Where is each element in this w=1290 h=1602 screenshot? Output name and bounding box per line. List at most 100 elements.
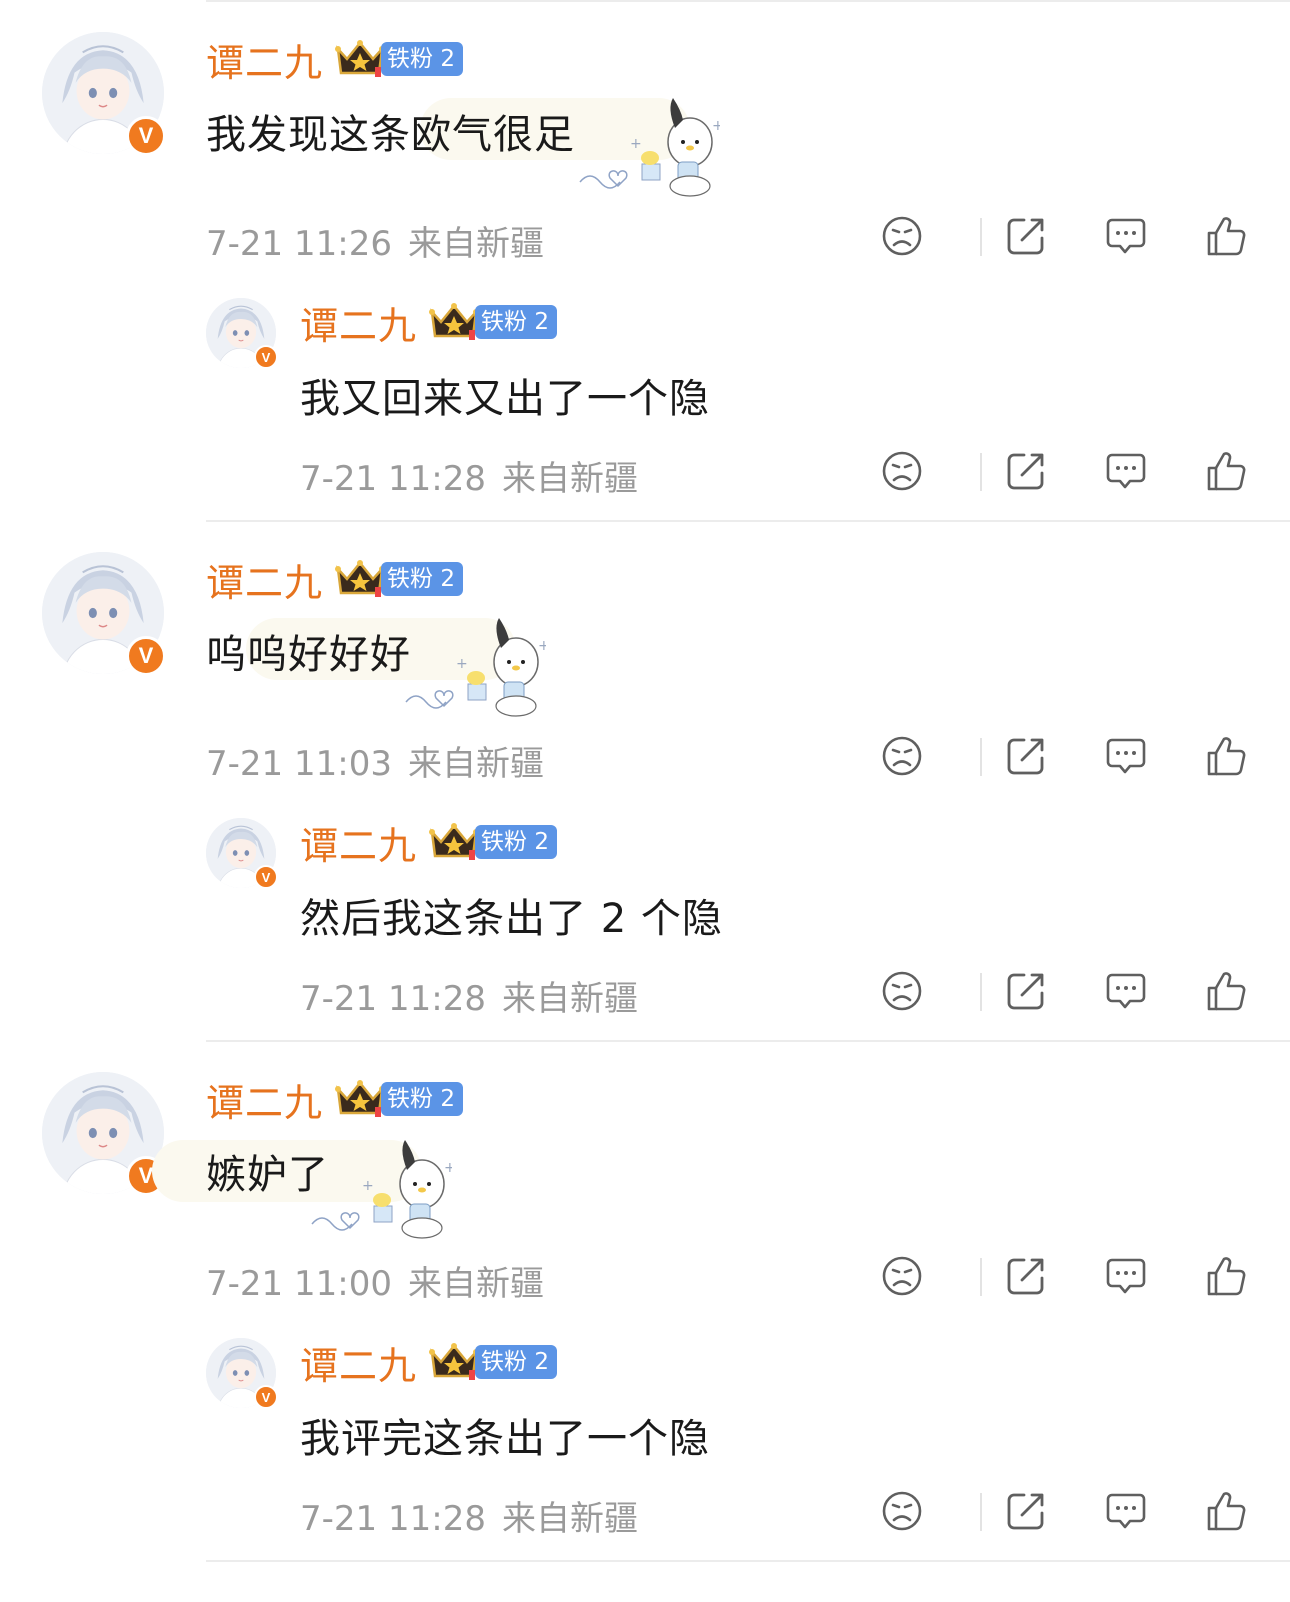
name-row: 谭二九 铁粉 2 (300, 295, 557, 350)
share-button[interactable] (996, 1246, 1056, 1306)
username[interactable]: 谭二九 (300, 815, 417, 870)
action-separator (980, 973, 982, 1011)
sad-face-icon (880, 969, 924, 1013)
comment-icon (1104, 1254, 1148, 1298)
crown-icon (429, 1342, 479, 1382)
fan-badge[interactable]: 铁粉 2 (381, 562, 463, 596)
reply-text[interactable]: 我评完这条出了一个隐 (300, 1406, 710, 1464)
comment-button[interactable] (1096, 961, 1156, 1021)
name-row: 谭二九 铁粉 2 (206, 32, 463, 87)
action-bar (860, 206, 1240, 266)
like-button[interactable] (1196, 206, 1256, 266)
comment-icon (1104, 214, 1148, 258)
action-bar (860, 441, 1240, 501)
fan-badge[interactable]: 铁粉 2 (381, 1082, 463, 1116)
username[interactable]: 谭二九 (206, 32, 323, 87)
comment-text[interactable]: 嫉妒了 (206, 1142, 329, 1200)
dislike-button[interactable] (872, 441, 932, 501)
verified-badge-icon: V (254, 865, 278, 889)
share-button[interactable] (996, 1481, 1056, 1541)
comment-button[interactable] (1096, 1481, 1156, 1541)
dislike-button[interactable] (872, 961, 932, 1021)
username[interactable]: 谭二九 (206, 552, 323, 607)
divider (206, 1560, 1290, 1562)
share-button[interactable] (996, 961, 1056, 1021)
thumbs-up-icon (1204, 214, 1248, 258)
like-button[interactable] (1196, 1481, 1256, 1541)
comment-button[interactable] (1096, 1246, 1156, 1306)
share-icon (1004, 969, 1048, 1013)
dislike-button[interactable] (872, 206, 932, 266)
comment-icon (1104, 969, 1148, 1013)
name-row: 谭二九 铁粉 2 (300, 1335, 557, 1390)
timestamp: 7-21 11:03 (206, 744, 392, 784)
fan-badge[interactable]: 铁粉 2 (475, 825, 557, 859)
name-row: 谭二九 铁粉 2 (300, 815, 557, 870)
divider (206, 520, 1290, 522)
action-bar (860, 726, 1240, 786)
reply-meta: 7-21 11:28 来自新疆 (300, 971, 638, 1020)
like-button[interactable] (1196, 1246, 1256, 1306)
divider (206, 0, 1290, 2)
share-button[interactable] (996, 441, 1056, 501)
timestamp: 7-21 11:28 (300, 1499, 486, 1539)
timestamp: 7-21 11:28 (300, 979, 486, 1019)
username[interactable]: 谭二九 (206, 1072, 323, 1127)
verified-badge-icon: V (126, 636, 166, 676)
reply-text[interactable]: 我又回来又出了一个隐 (300, 366, 710, 424)
share-icon (1004, 734, 1048, 778)
timestamp: 7-21 11:28 (300, 459, 486, 499)
dislike-button[interactable] (872, 1481, 932, 1541)
reply-text[interactable]: 然后我这条出了 2 个隐 (300, 886, 723, 944)
location: 来自新疆 (501, 979, 638, 1019)
fan-badge[interactable]: 铁粉 2 (475, 1345, 557, 1379)
share-icon (1004, 214, 1048, 258)
comment-text[interactable]: 呜呜好好好 (206, 622, 411, 680)
thumbs-up-icon (1204, 449, 1248, 493)
action-separator (980, 453, 982, 491)
comment-icon (1104, 734, 1148, 778)
verified-badge-icon: V (254, 345, 278, 369)
like-button[interactable] (1196, 441, 1256, 501)
comment-button[interactable] (1096, 206, 1156, 266)
share-icon (1004, 1254, 1048, 1298)
divider (206, 1040, 1290, 1042)
comment-meta: 7-21 11:26 来自新疆 (206, 216, 544, 265)
location: 来自新疆 (407, 744, 544, 784)
like-button[interactable] (1196, 961, 1256, 1021)
share-icon (1004, 449, 1048, 493)
verified-badge-icon: V (126, 116, 166, 156)
location: 来自新疆 (407, 1264, 544, 1304)
dislike-button[interactable] (872, 1246, 932, 1306)
sad-face-icon (880, 449, 924, 493)
location: 来自新疆 (501, 459, 638, 499)
sad-face-icon (880, 214, 924, 258)
comment-button[interactable] (1096, 726, 1156, 786)
comment-button[interactable] (1096, 441, 1156, 501)
crown-icon (429, 822, 479, 862)
thumbs-up-icon (1204, 734, 1248, 778)
username[interactable]: 谭二九 (300, 1335, 417, 1390)
comment-meta: 7-21 11:03 来自新疆 (206, 736, 544, 785)
share-button[interactable] (996, 206, 1056, 266)
name-row: 谭二九 铁粉 2 (206, 1072, 463, 1127)
name-row: 谭二九 铁粉 2 (206, 552, 463, 607)
reply-meta: 7-21 11:28 来自新疆 (300, 1491, 638, 1540)
fan-badge[interactable]: 铁粉 2 (381, 42, 463, 76)
share-button[interactable] (996, 726, 1056, 786)
fan-badge[interactable]: 铁粉 2 (475, 305, 557, 339)
username[interactable]: 谭二九 (300, 295, 417, 350)
crown-icon (335, 1079, 385, 1119)
action-separator (980, 218, 982, 256)
share-icon (1004, 1489, 1048, 1533)
timestamp: 7-21 11:00 (206, 1264, 392, 1304)
comment-meta: 7-21 11:00 来自新疆 (206, 1256, 544, 1305)
comment-icon (1104, 1489, 1148, 1533)
thumbs-up-icon (1204, 969, 1248, 1013)
verified-badge-icon: V (254, 1385, 278, 1409)
comment-text[interactable]: 我发现这条欧气很足 (206, 102, 575, 160)
action-bar (860, 1481, 1240, 1541)
action-separator (980, 1258, 982, 1296)
dislike-button[interactable] (872, 726, 932, 786)
like-button[interactable] (1196, 726, 1256, 786)
